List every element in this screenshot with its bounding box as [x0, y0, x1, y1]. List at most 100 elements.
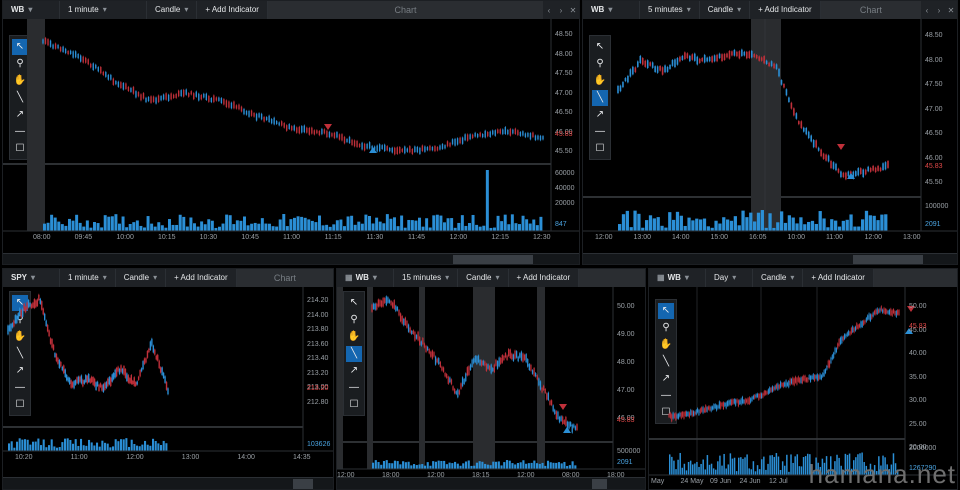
buy-marker[interactable]	[563, 427, 571, 433]
candle	[102, 384, 105, 393]
candle	[265, 117, 268, 121]
volume-bar	[475, 224, 479, 231]
candle	[218, 97, 220, 101]
candle	[42, 308, 44, 315]
volume-bar	[128, 223, 132, 231]
scroll-thumb[interactable]	[592, 479, 607, 489]
volume-bar	[683, 463, 686, 475]
candle	[127, 86, 130, 92]
candle	[14, 315, 17, 324]
candle	[669, 412, 671, 418]
price-chart[interactable]	[583, 1, 957, 264]
candle	[886, 309, 888, 314]
candle	[155, 97, 157, 104]
session-shade	[751, 19, 781, 231]
candle	[770, 387, 772, 392]
candle	[537, 135, 539, 140]
candle	[857, 324, 859, 329]
volume-bar	[415, 465, 418, 469]
candle	[714, 404, 716, 409]
volume-bar	[385, 460, 388, 469]
candle	[121, 368, 124, 374]
volume-bar	[16, 441, 19, 451]
candle	[860, 321, 862, 328]
volume-bar	[538, 463, 541, 469]
volume-bar	[518, 224, 521, 231]
volume-bar	[652, 218, 656, 231]
chart-panel-wb-day: ▦ WB ▾ Day ▾ Candle ▾ + Add Indicator ↖ ⚲ ✋ ╲ ↗ —…	[648, 268, 958, 490]
candle	[523, 354, 526, 361]
volume-bar	[64, 438, 67, 451]
volume-bar	[803, 224, 807, 231]
volume-bar	[712, 468, 715, 475]
volume-bar	[117, 441, 120, 451]
volume-bar	[637, 213, 641, 231]
x-axis-tick-label: 11:00	[826, 234, 843, 241]
sell-marker[interactable]	[559, 404, 567, 410]
price-chart[interactable]	[3, 1, 579, 264]
candle	[399, 147, 401, 154]
volume-bar	[629, 227, 633, 231]
sell-marker[interactable]	[324, 124, 332, 130]
candle	[815, 140, 817, 148]
x-axis-tick-label: 12:00	[449, 234, 468, 241]
candle	[775, 64, 778, 70]
volume-bar	[706, 226, 710, 231]
volume-bar	[103, 215, 107, 231]
candle	[49, 338, 52, 344]
candle	[67, 50, 69, 55]
volume-bar	[300, 216, 304, 231]
volume-bar	[410, 465, 413, 469]
volume-bar	[528, 223, 532, 231]
candle	[529, 133, 532, 140]
volume-bar	[853, 226, 857, 231]
volume-bar	[527, 463, 530, 469]
price-chart[interactable]	[3, 269, 333, 489]
volume-bar	[434, 461, 437, 469]
price-chart[interactable]	[337, 269, 645, 489]
time-scrollbar[interactable]	[583, 253, 957, 264]
volume-bar	[162, 440, 165, 451]
candle	[803, 375, 805, 381]
candle	[565, 416, 567, 426]
volume-bar	[335, 220, 339, 231]
volume-bar	[339, 219, 343, 231]
candle	[120, 82, 122, 88]
volume-bar	[486, 464, 489, 469]
candle	[576, 424, 578, 431]
candle	[157, 95, 160, 103]
candle	[452, 386, 454, 391]
candle	[538, 378, 540, 386]
candle	[712, 406, 714, 410]
volume-bar	[96, 223, 100, 231]
time-scrollbar[interactable]	[3, 253, 579, 264]
candle	[720, 402, 722, 409]
volume-bar	[168, 219, 171, 231]
volume-axis-label: 20000	[555, 200, 575, 207]
volume-bar	[221, 223, 225, 231]
volume-bar	[677, 459, 679, 475]
time-scrollbar[interactable]	[3, 477, 333, 489]
volume-bar	[779, 469, 782, 475]
volume-bar	[200, 221, 204, 231]
scroll-thumb[interactable]	[853, 255, 923, 264]
volume-bar	[702, 459, 704, 475]
volume-bar	[752, 461, 755, 475]
candle	[746, 51, 748, 59]
candle	[661, 67, 664, 75]
candle	[501, 355, 503, 363]
scroll-thumb[interactable]	[293, 479, 313, 489]
candle	[511, 353, 513, 360]
candle	[857, 168, 860, 176]
volume-bar	[719, 455, 721, 475]
candle	[123, 366, 125, 375]
sell-marker[interactable]	[837, 144, 845, 150]
volume-bar	[765, 469, 767, 475]
candle	[115, 367, 118, 377]
candle	[895, 311, 897, 317]
candle	[288, 124, 290, 129]
volume-bar	[410, 220, 414, 231]
scroll-thumb[interactable]	[453, 255, 533, 264]
candle	[649, 62, 652, 66]
candle	[92, 377, 94, 385]
